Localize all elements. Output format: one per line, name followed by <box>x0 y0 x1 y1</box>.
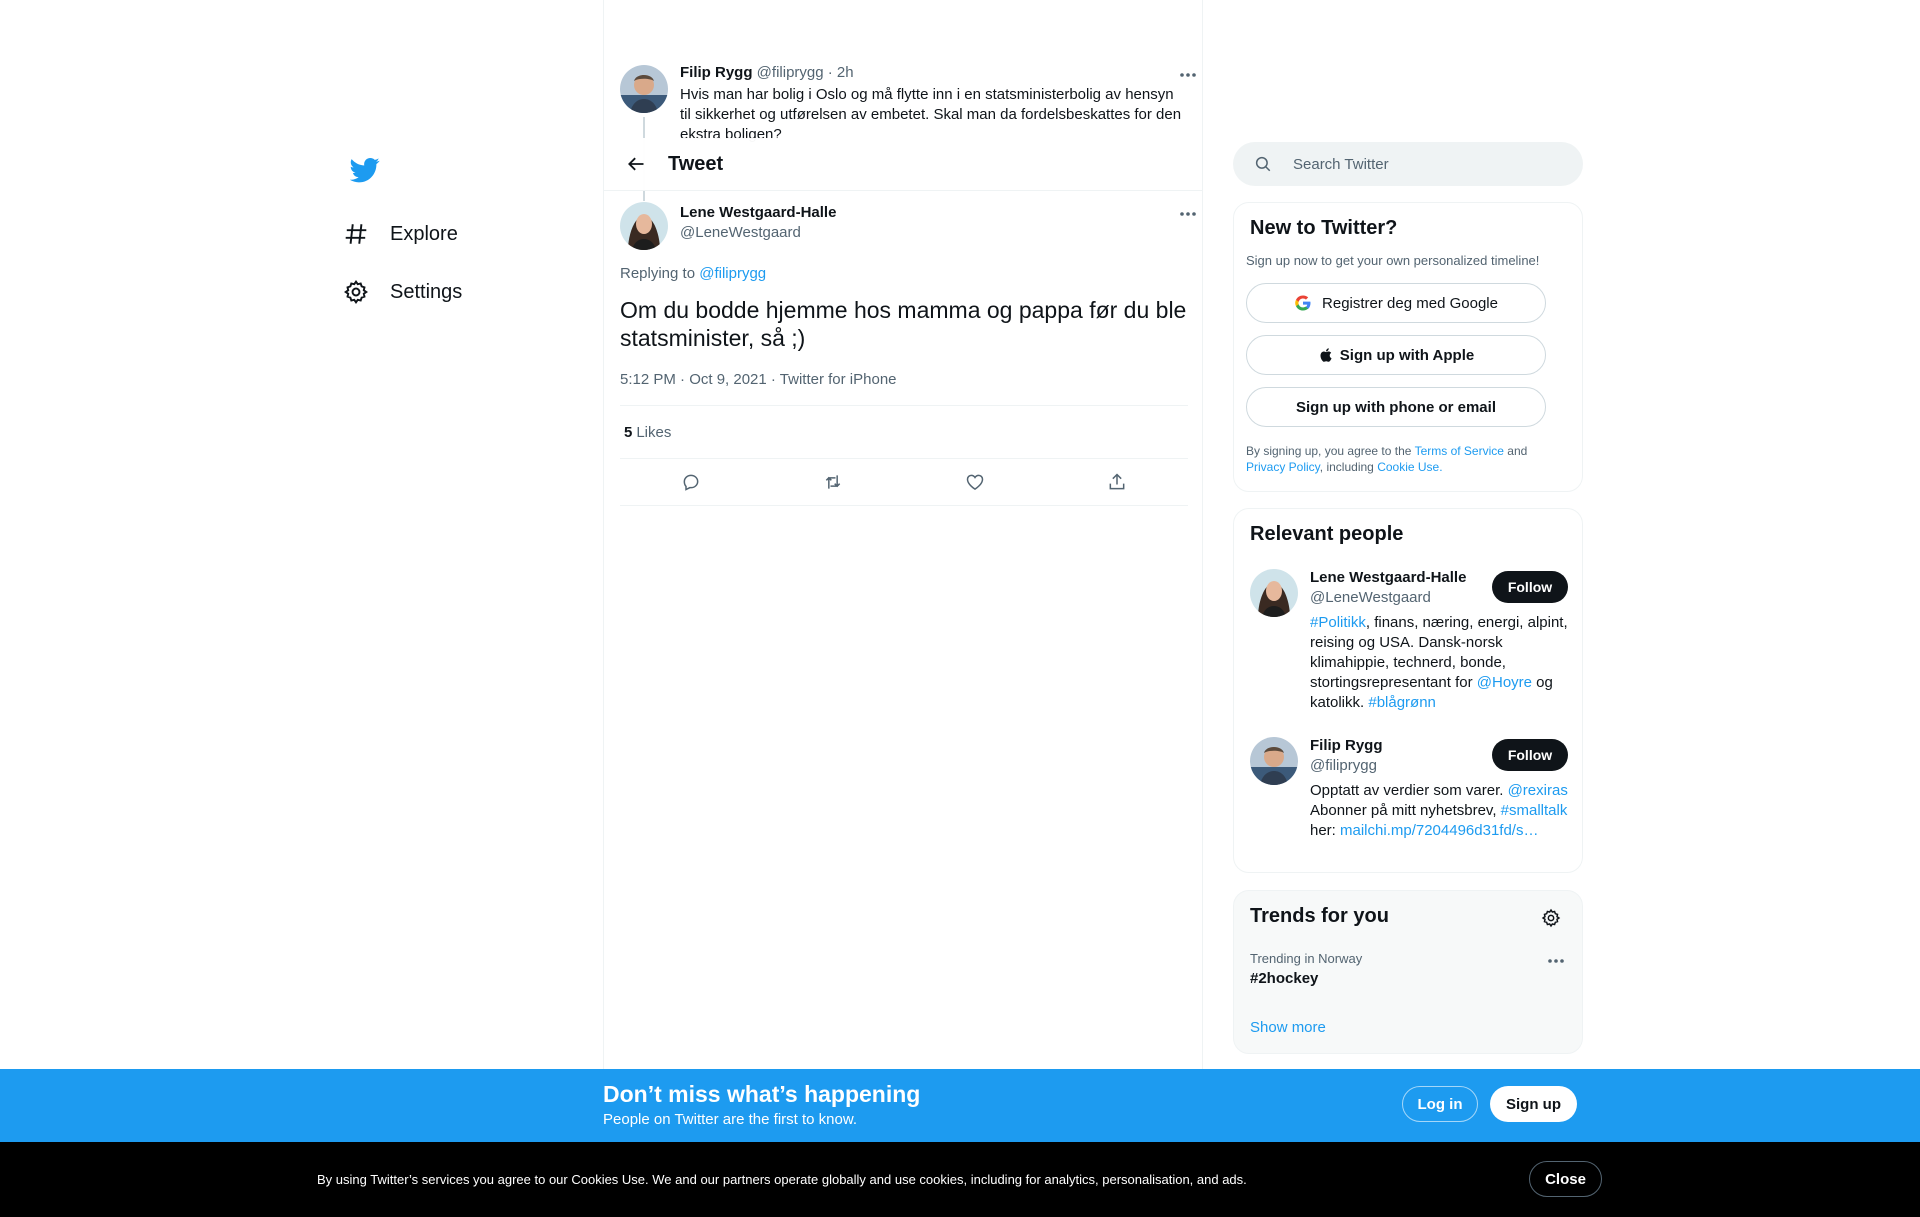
search-icon <box>1233 155 1293 173</box>
bio-text: her: <box>1310 822 1341 839</box>
phone-email-signup-button[interactable]: Sign up with phone or email <box>1246 387 1546 427</box>
apple-signup-button[interactable]: Sign up with Apple <box>1246 335 1546 375</box>
reply-icon[interactable] <box>673 464 709 500</box>
lene-westgaard-halle-avatar[interactable] <box>620 202 668 250</box>
person-name[interactable]: Lene Westgaard-Halle <box>1310 569 1466 586</box>
search-box[interactable] <box>1233 142 1583 186</box>
twitter-logo-link[interactable] <box>340 145 390 195</box>
google-signup-label: Registrer deg med Google <box>1322 294 1498 312</box>
like-icon[interactable] <box>957 464 993 500</box>
legal-prefix: By signing up, you agree to the <box>1246 444 1412 458</box>
banner-subtitle: People on Twitter are the first to know. <box>603 1111 858 1128</box>
person-handle[interactable]: @filiprygg <box>1310 757 1377 774</box>
terms-link[interactable]: Terms of Service <box>1415 444 1504 458</box>
likes-count-link[interactable]: 5 Likes <box>624 424 671 441</box>
login-button[interactable]: Log in <box>1402 1086 1478 1122</box>
bio-hashtag-link[interactable]: #smalltalk <box>1501 802 1568 819</box>
nav-settings[interactable]: Settings <box>330 266 474 318</box>
trend-more-options-icon[interactable] <box>1542 951 1570 971</box>
twitter-bird-icon <box>350 158 380 183</box>
parent-tweet-header: Filip Rygg @filiprygg · 2h <box>680 63 1188 83</box>
filip-rygg-avatar[interactable] <box>1250 737 1298 785</box>
gear-icon <box>342 278 370 306</box>
nav-explore[interactable]: Explore <box>330 208 470 260</box>
page-title: Tweet <box>668 152 724 175</box>
follow-button[interactable]: Follow <box>1492 739 1568 771</box>
show-more-link[interactable]: Show more <box>1250 1019 1326 1036</box>
relevant-people-title: Relevant people <box>1250 523 1404 545</box>
apple-signup-label: Sign up with Apple <box>1339 346 1475 364</box>
bio-mention-link[interactable]: @Hoyre <box>1477 674 1532 691</box>
tweet-stats: 5 Likes <box>620 405 1188 459</box>
share-icon[interactable] <box>1099 464 1135 500</box>
replying-to: Replying to @filiprygg <box>620 265 766 282</box>
main-column: Filip Rygg @filiprygg · 2h Hvis man har … <box>603 0 1203 1217</box>
trend-name: #2hockey <box>1250 970 1319 987</box>
lene-westgaard-halle-avatar[interactable] <box>1250 569 1298 617</box>
tweet-text: Om du bodde hjemme hos mamma og pappa fø… <box>620 297 1187 351</box>
parent-tweet-time[interactable]: · 2h <box>828 64 854 81</box>
privacy-link[interactable]: Privacy Policy <box>1246 460 1320 474</box>
cookie-notice-text: By using Twitter’s services you agree to… <box>317 1172 1247 1187</box>
tweet-author-name[interactable]: Lene Westgaard-Halle <box>680 204 836 221</box>
signup-legal-text: By signing up, you agree to the Terms of… <box>1246 443 1566 475</box>
legal-and: and <box>1507 444 1528 458</box>
back-arrow-icon <box>628 157 644 171</box>
cookie-consent-bar: By using Twitter’s services you agree to… <box>0 1142 1920 1217</box>
more-options-icon[interactable] <box>1174 65 1202 85</box>
hashtag-icon <box>342 220 370 248</box>
parent-tweet-author-handle[interactable]: @filiprygg <box>757 64 824 81</box>
trends-title: Trends for you <box>1250 905 1389 927</box>
likes-label: Likes <box>636 423 672 441</box>
replying-to-link[interactable]: @filiprygg <box>699 265 766 282</box>
bio-hashtag-link[interactable]: #Politikk <box>1310 614 1366 631</box>
bio-text: Abonner på mitt nyhetsbrev, <box>1310 802 1501 819</box>
parent-tweet-author-name[interactable]: Filip Rygg <box>680 64 753 81</box>
relevant-people-card: Relevant people Lene Westgaard-Halle @Le… <box>1233 508 1583 873</box>
banner-title: Don’t miss what’s happening <box>603 1081 921 1107</box>
tweet-author-handle[interactable]: @LeneWestgaard <box>680 224 801 241</box>
legal-including: , including <box>1319 460 1374 474</box>
tweet-more-options-icon[interactable] <box>1174 204 1202 224</box>
signup-banner: Don’t miss what’s happening People on Tw… <box>0 1069 1920 1142</box>
new-to-twitter-card: New to Twitter? Sign up now to get your … <box>1233 202 1583 492</box>
bio-mention-link[interactable]: @rexiras <box>1508 782 1568 799</box>
bio-url-link[interactable]: mailchi.mp/7204496d31fd/s… <box>1340 822 1538 839</box>
new-to-twitter-subtitle: Sign up now to get your own personalized… <box>1246 253 1540 268</box>
person-name[interactable]: Filip Rygg <box>1310 737 1383 754</box>
tweet-actions <box>620 459 1188 506</box>
nav-settings-label: Settings <box>390 280 463 303</box>
phone-email-signup-label: Sign up with phone or email <box>1295 398 1496 416</box>
trends-settings-gear-icon[interactable] <box>1538 905 1564 931</box>
tweet-header-bar: Tweet <box>604 138 1202 191</box>
signup-button[interactable]: Sign up <box>1490 1086 1577 1122</box>
follow-button[interactable]: Follow <box>1492 571 1568 603</box>
retweet-icon[interactable] <box>815 464 851 500</box>
new-to-twitter-title: New to Twitter? <box>1250 217 1398 239</box>
trend-context: Trending in Norway <box>1250 951 1363 966</box>
filip-rygg-avatar[interactable] <box>620 65 668 113</box>
google-icon <box>1294 294 1312 312</box>
nav-explore-label: Explore <box>390 222 458 245</box>
cookie-close-button[interactable]: Close <box>1529 1161 1602 1197</box>
bio-text: Opptatt av verdier som varer. <box>1310 782 1508 799</box>
likes-count: 5 <box>624 423 633 441</box>
cookie-use-link[interactable]: Cookie Use. <box>1377 460 1442 474</box>
person-bio: #Politikk, finans, næring, energi, alpin… <box>1310 613 1570 713</box>
google-signup-button[interactable]: Registrer deg med Google <box>1246 283 1546 323</box>
replying-to-prefix: Replying to <box>620 265 696 282</box>
tweet-timestamp[interactable]: 5:12 PM · Oct 9, 2021 · Twitter for iPho… <box>620 371 897 388</box>
person-bio: Opptatt av verdier som varer. @rexiras A… <box>1310 781 1570 841</box>
apple-icon <box>1318 346 1334 364</box>
search-input[interactable] <box>1293 155 1563 173</box>
bio-hashtag-link[interactable]: #blågrønn <box>1368 694 1436 711</box>
trends-card: Trends for you Trending in Norway #2hock… <box>1233 890 1583 1054</box>
person-handle[interactable]: @LeneWestgaard <box>1310 589 1431 606</box>
back-button[interactable] <box>618 146 654 182</box>
